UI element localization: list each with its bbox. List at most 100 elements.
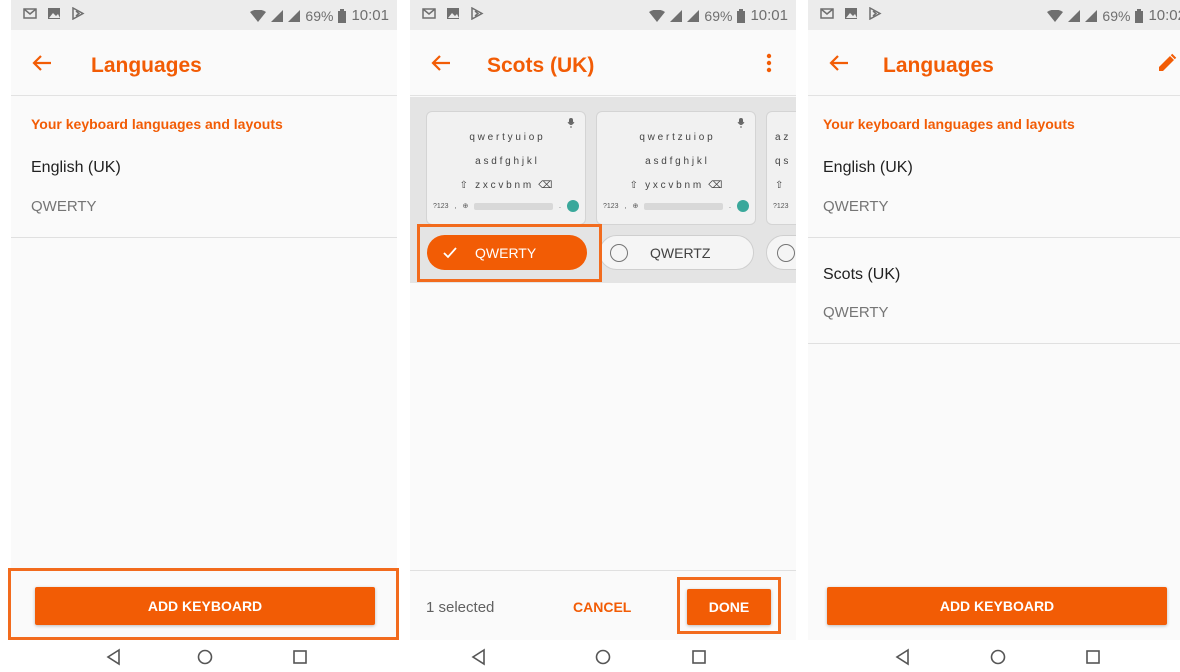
keyboard-preview-qwertz[interactable]: q w e r t z u i o p a s d f g h j k l ⇧ … [596,111,756,225]
backspace-icon: ⌫ [538,180,553,191]
layout-chip-label: QWERTZ [650,244,711,261]
check-icon [443,246,457,258]
nav-back-icon[interactable] [894,648,912,666]
enter-key-icon [567,200,579,212]
period-key: . [729,202,731,210]
battery-percent: 69% [704,7,733,24]
wifi-icon [1047,9,1064,22]
kb-row-1: a z [775,132,789,143]
section-header: Your keyboard languages and layouts [31,116,283,132]
back-arrow-icon[interactable] [828,52,850,74]
status-bar: 69% 10:01 [11,0,397,30]
nav-recents-icon[interactable] [690,648,708,666]
nav-home-icon[interactable] [989,648,1007,666]
kb-row-2: a s d f g h j k l [475,156,537,167]
backspace-icon: ⌫ [708,180,723,191]
radio-icon [610,243,628,262]
more-options-icon[interactable] [758,52,780,74]
nav-bar [11,640,397,672]
gmail-icon [820,8,834,19]
keyboard-preview-qwerty[interactable]: q w e r t y u i o p a s d f g h j k l ⇧ … [426,111,586,225]
wifi-icon [250,9,267,22]
signal-icon-2 [687,9,700,22]
shift-icon: ⇧ [775,180,784,191]
gmail-icon [23,8,37,19]
kb-bottom-row: ?123 [773,200,796,212]
shift-icon: ⇧ [629,180,639,191]
language-layout: QWERTY [823,304,889,321]
signal-icon-2 [1085,9,1098,22]
language-layout: QWERTY [823,198,889,215]
done-button[interactable]: DONE [687,589,771,625]
space-key [644,202,724,210]
battery-percent: 69% [305,7,334,24]
signal-icon [670,9,683,22]
sym-key: ?123 [603,202,619,210]
page-title: Scots (UK) [487,54,595,77]
language-layout: QWERTY [31,198,97,215]
period-key: . [559,202,561,210]
add-keyboard-button[interactable]: ADD KEYBOARD [35,587,375,625]
divider [808,237,1180,238]
image-icon [845,8,857,19]
signal-icon [1068,9,1081,22]
section-header: Your keyboard languages and layouts [823,116,1075,132]
back-arrow-icon[interactable] [430,52,452,74]
nav-home-icon[interactable] [594,648,612,666]
nav-back-icon[interactable] [470,648,488,666]
enter-key-icon [737,200,749,212]
globe-icon: ⊕ [462,203,469,210]
space-key [474,202,554,210]
status-bar: 69% 10:01 [410,0,796,30]
layout-chip-next[interactable] [766,235,796,270]
sym-key: ?123 [433,202,449,210]
nav-bar [410,640,796,672]
sym-key: ?123 [773,202,789,210]
layout-chip-qwerty[interactable]: QWERTY [427,235,587,270]
shift-icon: ⇧ [459,180,469,191]
app-bar: Languages [11,30,397,96]
add-keyboard-button[interactable]: ADD KEYBOARD [827,587,1167,625]
image-icon [447,8,459,19]
layout-chip-label: QWERTY [475,244,537,261]
nav-recents-icon[interactable] [291,648,309,666]
play-store-icon [72,7,85,20]
selection-bar: 1 selected CANCEL DONE [410,570,796,640]
keyboard-preview-azerty[interactable]: a z q s ⇧ ?123 [766,111,796,225]
kb-row-1: q w e r t z u i o p [639,132,713,143]
nav-back-icon[interactable] [105,648,123,666]
layout-chip-qwertz[interactable]: QWERTZ [599,235,754,270]
nav-home-icon[interactable] [196,648,214,666]
language-name: English (UK) [31,159,121,176]
nav-recents-icon[interactable] [1084,648,1102,666]
selected-count: 1 selected [426,599,495,616]
nav-bar [808,640,1180,672]
page-title: Languages [91,54,202,77]
keyboard-preview-area: q w e r t y u i o p a s d f g h j k l ⇧ … [410,97,796,283]
divider [808,343,1180,344]
cancel-button[interactable]: CANCEL [573,599,631,615]
clock: 10:01 [750,7,788,24]
wifi-icon [649,9,666,22]
back-arrow-icon[interactable] [31,52,53,74]
app-bar: Scots (UK) [410,30,796,96]
screen-languages: 69% 10:01 Languages Your keyboard langua… [11,0,397,672]
kb-bottom-row: ?123 , ⊕ . [433,200,579,212]
page-title: Languages [883,54,994,77]
kb-row-3-letters: z x c v b n m [475,180,532,191]
battery-icon [338,8,347,23]
signal-icon [271,9,284,22]
radio-icon [777,243,795,262]
edit-pencil-icon[interactable] [1156,52,1178,74]
globe-icon: ⊕ [632,203,639,210]
language-name: English (UK) [823,159,913,176]
comma-key: , [624,202,627,210]
screen-languages-updated: 69% 10:02 Languages Your keyboard langua… [808,0,1180,672]
battery-icon [737,8,746,23]
divider [11,237,397,238]
clock: 10:02 [1148,7,1180,24]
kb-row-3: ⇧ [767,180,796,191]
signal-icon-2 [288,9,301,22]
clock: 10:01 [351,7,389,24]
screen-scots-layout: 69% 10:01 Scots (UK) q w e r t y u i o p… [410,0,796,672]
